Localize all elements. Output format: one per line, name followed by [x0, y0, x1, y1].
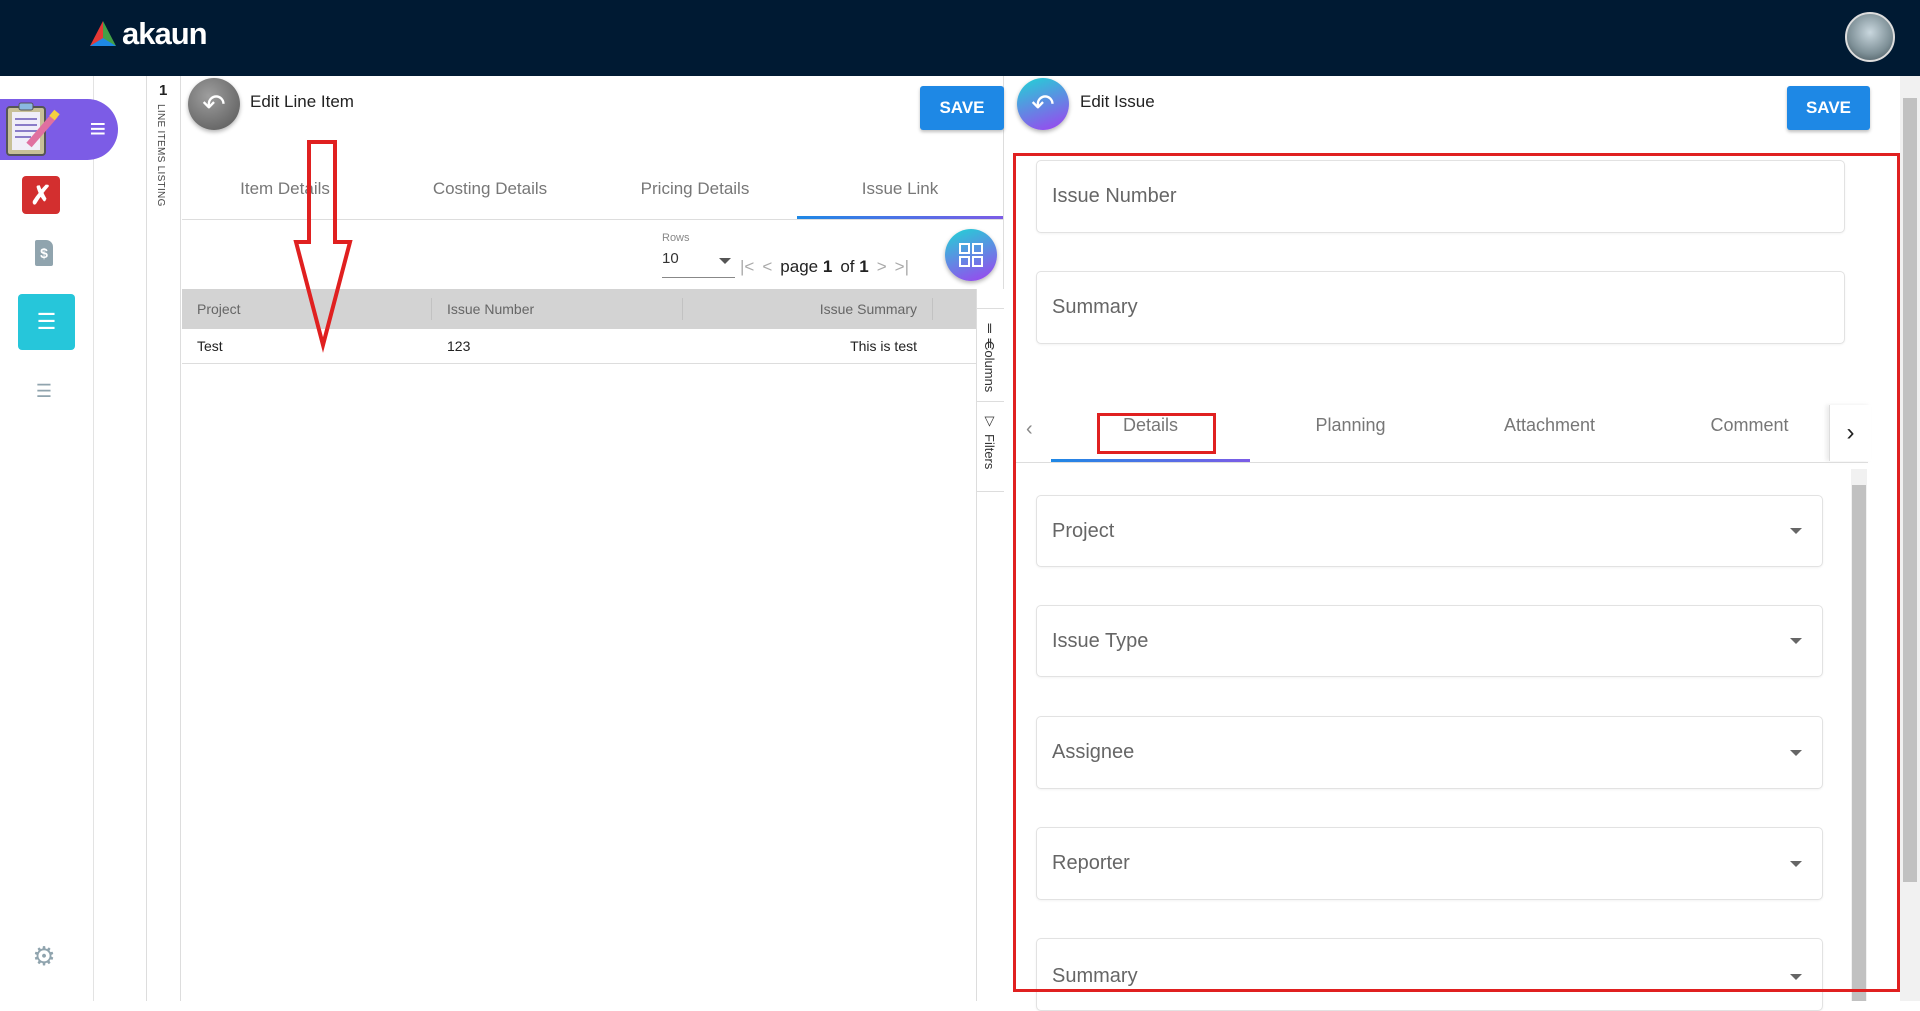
column-header-issue-summary[interactable]: Issue Summary: [820, 289, 917, 329]
active-tab-indicator: [797, 216, 1003, 219]
pagination: |< < page 1 of 1 > >|: [740, 254, 909, 280]
filter-icon: ▽: [983, 414, 998, 429]
list-icon[interactable]: ☰: [32, 380, 56, 402]
listing-count: 1: [159, 82, 168, 99]
back-arrow-icon: ↶: [1031, 88, 1055, 120]
grid-view-button[interactable]: [945, 229, 997, 281]
invoice-dollar-icon[interactable]: $: [35, 240, 53, 266]
tab-issue-link[interactable]: Issue Link: [815, 179, 985, 199]
line-items-listing-strip[interactable]: 1 LINE ITEMS LISTING: [146, 76, 181, 1001]
back-arrow-icon: ↶: [202, 88, 226, 120]
filters-tool-button[interactable]: ▽ Filters: [977, 402, 1004, 492]
rows-value: 10: [662, 250, 679, 267]
menu-expand-icon[interactable]: ≡: [90, 113, 106, 145]
page-title: Edit Line Item: [250, 92, 354, 111]
settings-gear-icon[interactable]: ⚙: [30, 941, 58, 971]
column-header-project[interactable]: Project: [197, 289, 241, 329]
cell-issue-number: 123: [447, 338, 471, 354]
last-page-icon[interactable]: >|: [895, 257, 909, 277]
cell-issue-summary: This is test: [850, 338, 917, 354]
columns-tool-button[interactable]: ‖‖ Columns: [977, 308, 1004, 402]
back-button[interactable]: ↶: [188, 78, 240, 130]
sidebar: [0, 76, 94, 1001]
filters-label: Filters: [982, 434, 997, 470]
total-pages: 1: [859, 257, 869, 276]
page-scrollbar[interactable]: [1900, 76, 1920, 1001]
cell-project: Test: [197, 338, 223, 354]
page-prefix: page: [780, 257, 819, 276]
edit-issue-back-button[interactable]: ↶: [1017, 78, 1069, 130]
listing-label: LINE ITEMS LISTING: [155, 104, 166, 207]
brand-name: akaun: [122, 16, 208, 51]
columns-label: Columns: [982, 341, 997, 393]
prev-page-icon[interactable]: <: [762, 257, 772, 277]
user-avatar[interactable]: [1845, 12, 1895, 62]
next-page-icon[interactable]: >: [877, 257, 887, 277]
akaun-logo[interactable]: akaun: [88, 16, 208, 52]
acrobat-icon[interactable]: ✗: [22, 176, 60, 214]
first-page-icon[interactable]: |<: [740, 257, 754, 277]
tab-pricing-details[interactable]: Pricing Details: [610, 179, 780, 199]
line-items-list-icon[interactable]: ☰: [18, 294, 75, 350]
save-line-item-button[interactable]: SAVE: [920, 86, 1004, 130]
logo-icon: [90, 21, 116, 46]
page-of: of: [840, 257, 855, 276]
grid-side-tools: ‖‖ Columns ▽ Filters: [976, 289, 1004, 1001]
clipboard-app-icon[interactable]: [2, 100, 62, 160]
annotation-down-arrow: [293, 140, 353, 353]
grid-icon: [959, 243, 983, 267]
tab-costing-details[interactable]: Costing Details: [405, 179, 575, 199]
current-page: 1: [822, 257, 833, 276]
top-bar: akaun: [0, 0, 1920, 76]
column-header-issue-number[interactable]: Issue Number: [447, 289, 534, 329]
edit-issue-title: Edit Issue: [1080, 92, 1155, 111]
rows-select[interactable]: 10: [662, 250, 735, 278]
save-issue-button[interactable]: SAVE: [1787, 86, 1870, 130]
annotation-edit-issue-box: [1013, 153, 1900, 992]
page-scrollbar-thumb[interactable]: [1903, 98, 1917, 882]
chevron-down-icon: [719, 258, 731, 264]
rows-label: Rows: [662, 232, 690, 244]
